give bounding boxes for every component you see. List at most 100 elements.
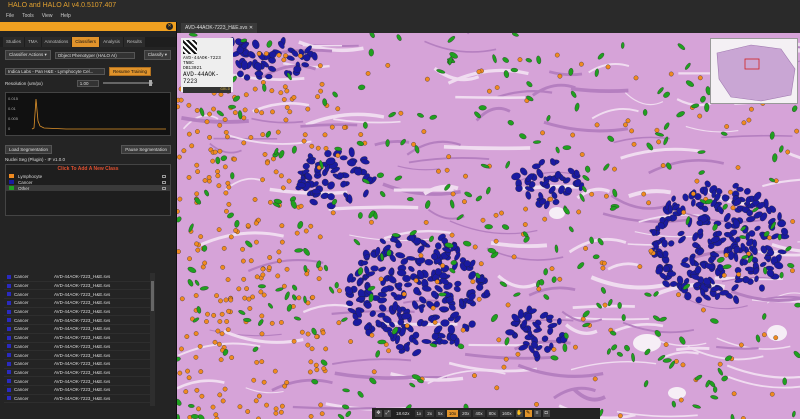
row-class: Cancer — [14, 361, 29, 367]
y-tick: 0.01 — [8, 106, 17, 111]
overview-minimap[interactable] — [710, 38, 798, 104]
slide-label-line4: AVD-44AOK-7223 — [183, 71, 220, 85]
class-color-swatch — [7, 335, 11, 340]
y-tick: 0 — [8, 126, 11, 131]
visibility-checkbox[interactable] — [162, 180, 166, 184]
class-color-swatch — [7, 300, 11, 305]
table-row[interactable]: Cancer AVD-44AOK-7223_H&E.svs — [4, 316, 154, 326]
color-swatch[interactable] — [9, 186, 14, 190]
row-file: AVD-44AOK-7223_H&E.svs — [54, 361, 111, 367]
visibility-checkbox[interactable] — [162, 186, 166, 190]
table-row[interactable]: Cancer AVD-44AOK-7223_H&E.svs — [4, 325, 154, 334]
class-color-swatch — [7, 318, 11, 323]
classifier-actions-button[interactable]: Classifier Actions ▾ — [5, 50, 51, 60]
tab-classifiers[interactable]: Classifiers — [72, 37, 100, 47]
tab-results[interactable]: Results — [123, 37, 145, 47]
class-color-swatch — [7, 353, 11, 358]
zoom-5x[interactable]: 5x — [436, 410, 445, 417]
image-tab[interactable]: AVD-44AOK-7223_H&E.svs ✕ — [181, 23, 258, 33]
row-file: AVD-44AOK-7223_H&E.svs — [54, 274, 111, 280]
row-class: Cancer — [14, 309, 29, 315]
color-swatch[interactable] — [9, 180, 14, 184]
table-row[interactable]: Cancer AVD-44AOK-7223_H&E.svs — [4, 273, 154, 282]
tissue-image[interactable] — [177, 33, 800, 419]
hand-icon[interactable]: ✋ — [515, 410, 523, 417]
row-file: AVD-44AOK-7223_H&E.svs — [54, 291, 111, 297]
menu-view[interactable]: View — [42, 11, 53, 22]
row-file: AVD-44AOK-7223_H&E.svs — [54, 352, 111, 358]
class-color-swatch — [7, 361, 11, 366]
table-row[interactable]: Cancer AVD-44AOK-7223_H&E.svs — [4, 282, 154, 291]
slide-label: AVD-44AOK-7223 TNBC DB13021 AVD-44AOK-72… — [181, 38, 233, 93]
row-file: AVD-44AOK-7223_H&E.svs — [54, 317, 111, 323]
class-name: Cancer — [18, 179, 33, 185]
model-select[interactable]: Indica Labs - Pan H&E - Lymphocyte Cel..… — [5, 67, 105, 75]
row-file: AVD-44AOK-7223_H&E.svs — [54, 369, 111, 375]
row-class: Cancer — [14, 378, 29, 384]
row-class: Cancer — [14, 274, 29, 280]
table-row[interactable]: Cancer AVD-44AOK-7223_H&E.svs — [4, 308, 154, 317]
zoom-1x[interactable]: 1x — [414, 410, 424, 417]
zoom-40x[interactable]: 40x — [473, 410, 485, 417]
zoom-20x[interactable]: 20x — [460, 410, 472, 417]
table-row[interactable]: Cancer AVD-44AOK-7223_H&E.svs — [4, 299, 154, 308]
table-row[interactable]: Cancer AVD-44AOK-7223_H&E.svs — [4, 343, 154, 352]
table-row[interactable]: Cancer AVD-44AOK-7223_H&E.svs — [4, 377, 154, 386]
tab-studies[interactable]: Studies — [3, 37, 25, 47]
table-row[interactable]: Cancer AVD-44AOK-7223_H&E.svs — [4, 290, 154, 300]
layers-icon[interactable]: ≡ — [533, 410, 541, 417]
resolution-label: Resolution (um/px) — [5, 80, 43, 86]
row-file: AVD-44AOK-7223_H&E.svs — [54, 300, 111, 306]
resolution-slider[interactable] — [102, 80, 153, 86]
panel-header: ✕ — [0, 22, 176, 31]
classify-label: Classify — [147, 52, 164, 57]
fit-icon[interactable]: ⤢ — [384, 410, 391, 417]
tab-bar: Studies TMA Annotations Classifiers Anal… — [0, 37, 176, 47]
table-row[interactable]: Cancer AVD-44AOK-7223_H&E.svs — [4, 360, 154, 369]
table-scrollbar[interactable] — [150, 273, 155, 406]
slide-viewer[interactable]: AVD-44AOK-7223_H&E.svs ✕ AVD-44AOK-7223 … — [177, 22, 800, 419]
table-row[interactable]: Cancer AVD-44AOK-7223_H&E.svs — [4, 334, 154, 343]
camera-icon[interactable]: ◘ — [542, 410, 550, 417]
tab-annotations[interactable]: Annotations — [41, 37, 72, 47]
menu-tools[interactable]: Tools — [22, 11, 34, 22]
resume-training-button[interactable]: Resume Training — [109, 66, 152, 76]
row-file: AVD-44AOK-7223_H&E.svs — [54, 343, 111, 349]
row-class: Cancer — [14, 300, 29, 306]
class-row-other[interactable]: Other — [6, 185, 170, 191]
row-file: AVD-44AOK-7223_H&E.svs — [54, 395, 111, 401]
zoom-10x[interactable]: 10x — [446, 410, 459, 417]
close-icon[interactable]: ✕ — [166, 23, 173, 30]
tab-tma[interactable]: TMA — [25, 37, 41, 47]
class-color-swatch — [7, 396, 11, 401]
table-row[interactable]: Cancer AVD-44AOK-7223_H&E.svs — [4, 351, 154, 360]
gold-badge: GOLD — [183, 87, 231, 93]
move-icon[interactable]: ✥ — [375, 410, 382, 417]
pause-segmentation-button[interactable]: Pause Segmentation — [121, 144, 171, 154]
zoom-160x[interactable]: 160x — [499, 410, 514, 417]
row-file: AVD-44AOK-7223_H&E.svs — [54, 378, 111, 384]
table-row[interactable]: Cancer AVD-44AOK-7223_H&E.svs — [4, 386, 154, 395]
visibility-checkbox[interactable] — [162, 174, 166, 178]
menu-help[interactable]: Help — [61, 11, 71, 22]
slider-handle[interactable] — [148, 80, 152, 86]
zoom-80x[interactable]: 80x — [486, 410, 498, 417]
table-row[interactable]: Cancer AVD-44AOK-7223_H&E.svs — [4, 369, 154, 378]
scrollbar-thumb[interactable] — [151, 281, 154, 311]
row-class: Cancer — [14, 335, 29, 341]
classify-button[interactable]: Classify ▾ — [143, 50, 171, 60]
pencil-icon[interactable]: ✎ — [524, 410, 532, 417]
row-file: AVD-44AOK-7223_H&E.svs — [54, 326, 111, 332]
load-segmentation-button[interactable]: Load Segmentation — [5, 144, 53, 154]
table-row[interactable]: Cancer AVD-44AOK-7223_H&E.svs — [4, 395, 154, 404]
add-class-button[interactable]: Click To Add A New Class — [6, 165, 170, 173]
row-class: Cancer — [14, 369, 29, 375]
color-swatch[interactable] — [9, 174, 14, 178]
zoom-2x[interactable]: 2x — [425, 410, 435, 417]
phenotyper-select[interactable]: Object Phenotyper (HALO AI) — [54, 51, 135, 59]
class-color-swatch — [7, 387, 11, 392]
tab-analysis[interactable]: Analysis — [100, 37, 123, 47]
resolution-field[interactable]: 1.00 — [76, 79, 99, 87]
menu-file[interactable]: File — [6, 11, 14, 22]
class-color-swatch — [7, 326, 11, 331]
